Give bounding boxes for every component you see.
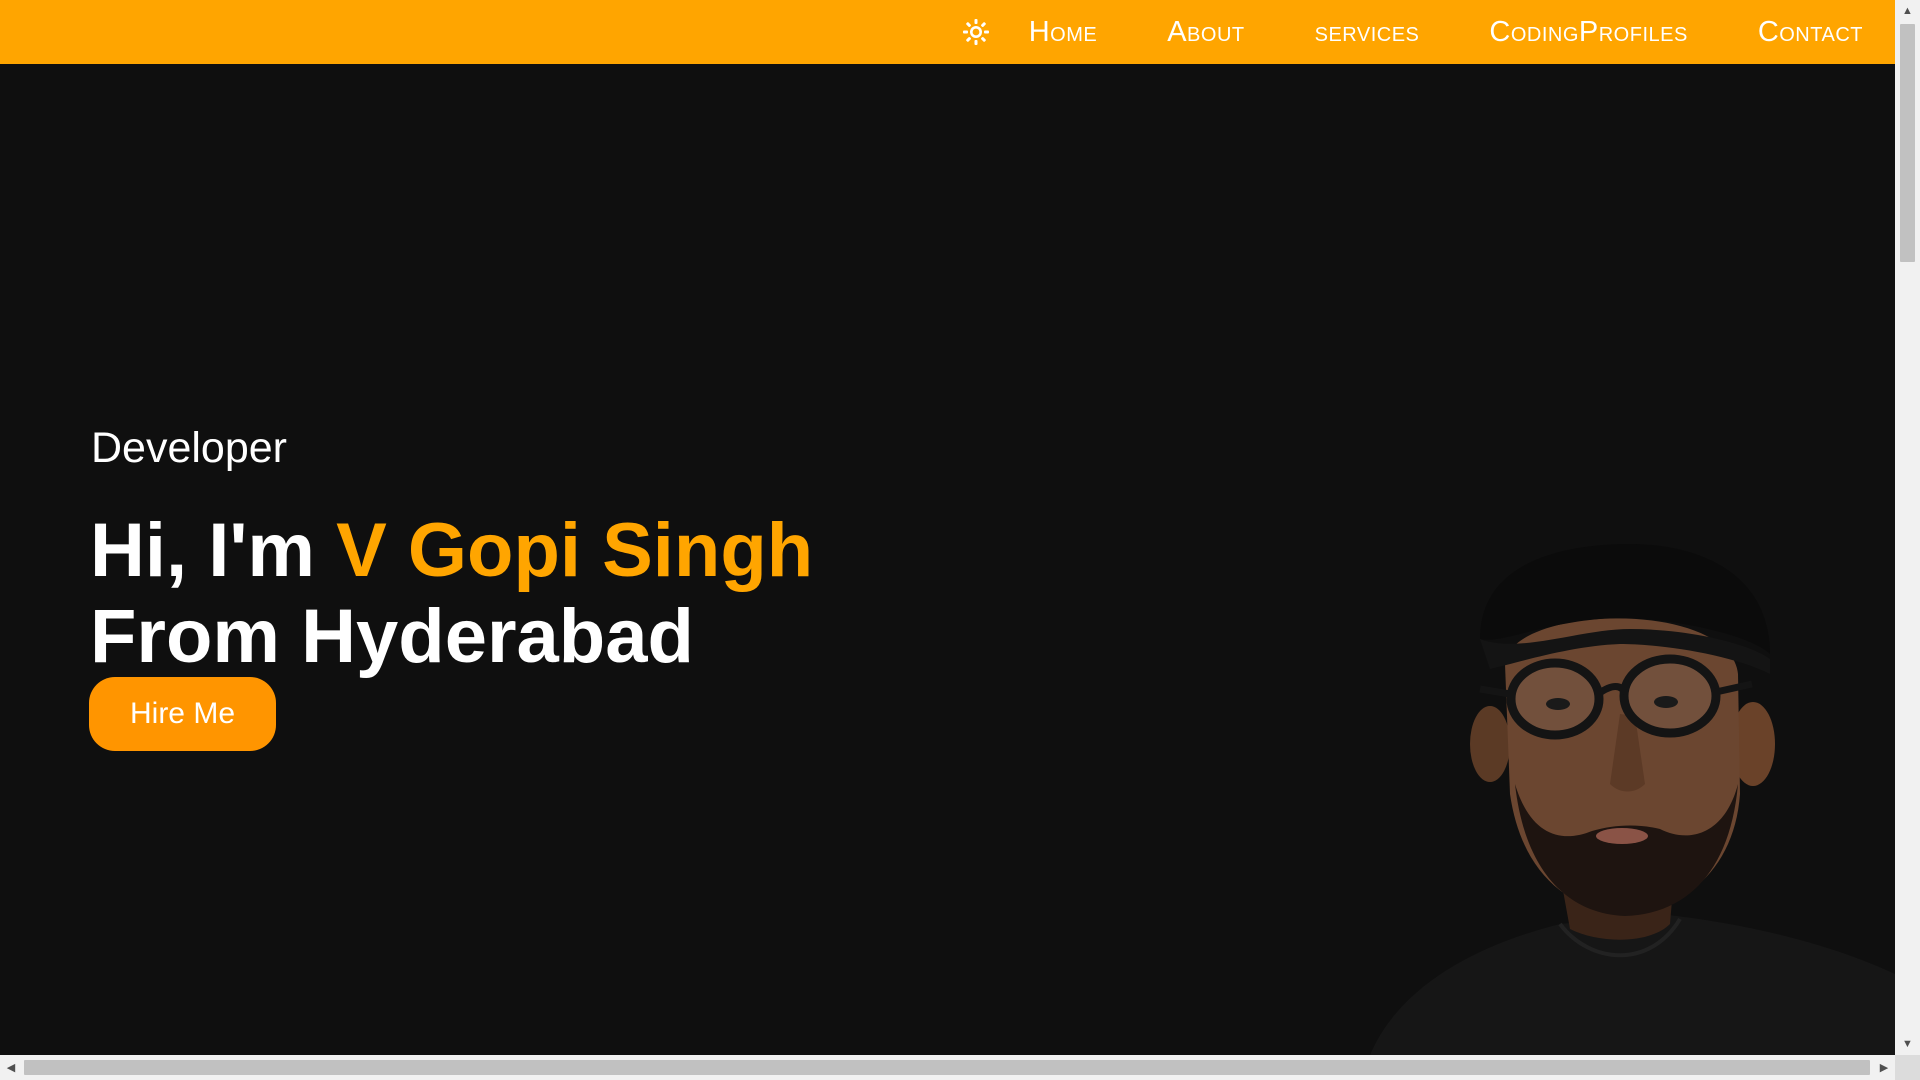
vertical-scrollbar[interactable]: ▲ ▼	[1895, 0, 1920, 1055]
theme-toggle-button[interactable]	[959, 15, 993, 49]
horizontal-scroll-thumb[interactable]	[24, 1060, 1870, 1075]
nav-link-contact[interactable]: Contact	[1758, 16, 1863, 49]
arrow-up-icon[interactable]: ▲	[1895, 0, 1920, 22]
greeting-text: Hi, I'm	[90, 508, 337, 593]
role-subtitle: Developer	[91, 424, 287, 472]
hero-section: Developer Hi, I'm V Gopi Singh From Hyde…	[0, 64, 1895, 1055]
nav-link-about[interactable]: About	[1167, 16, 1244, 49]
nav-link-home[interactable]: Home	[1029, 16, 1098, 49]
hero-headline: Hi, I'm V Gopi Singh From Hyderabad	[90, 508, 813, 680]
horizontal-scrollbar[interactable]: ◀ ▶	[0, 1055, 1895, 1080]
vertical-scroll-thumb[interactable]	[1900, 24, 1915, 262]
hire-me-button[interactable]: Hire Me	[89, 677, 276, 751]
arrow-left-icon[interactable]: ◀	[0, 1055, 22, 1080]
profile-photo	[1370, 544, 1895, 1055]
nav-link-coding-profiles[interactable]: CodingProfiles	[1489, 16, 1687, 49]
sun-icon	[962, 19, 989, 45]
location-text: From Hyderabad	[90, 594, 694, 679]
name-highlight: V Gopi Singh	[336, 508, 814, 593]
nav-link-services[interactable]: services	[1315, 16, 1420, 49]
arrow-down-icon[interactable]: ▼	[1895, 1033, 1920, 1055]
top-navbar: Home About services CodingProfiles Conta…	[0, 0, 1895, 64]
scrollbar-corner	[1895, 1055, 1920, 1080]
arrow-right-icon[interactable]: ▶	[1873, 1055, 1895, 1080]
